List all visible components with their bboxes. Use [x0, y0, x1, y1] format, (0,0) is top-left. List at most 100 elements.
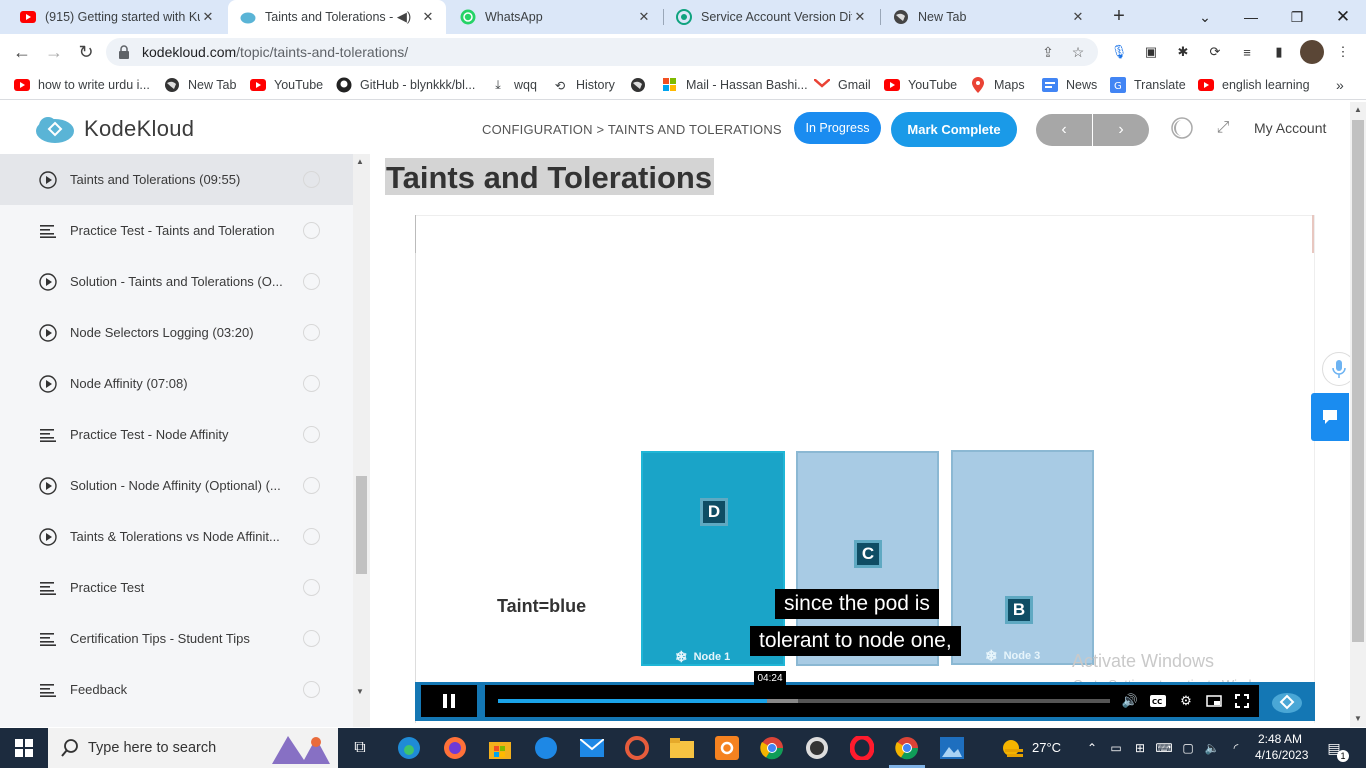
bookmarks-overflow-chevron-icon[interactable]: » [1336, 77, 1344, 93]
bookmark-item[interactable]: ⟲ History [552, 77, 615, 93]
meet-now-icon[interactable]: ⌨ [1155, 740, 1172, 756]
next-lesson-button[interactable]: › [1093, 114, 1149, 146]
close-icon[interactable]: ✕ [200, 9, 216, 25]
chat-support-button[interactable] [1311, 393, 1349, 441]
browser-tab-chatgpt[interactable]: Service Account Version Diffe ✕ [664, 0, 878, 34]
sidebar-lesson-item[interactable]: Taints and Tolerations (09:55) [0, 154, 353, 205]
speaker-volume-icon[interactable]: 🔈 [1204, 740, 1220, 756]
sidebar-lesson-item[interactable]: Solution - Taints and Tolerations (O... [0, 256, 353, 307]
firefox-icon[interactable] [441, 734, 469, 762]
sidebar-lesson-item[interactable]: Solution - Node Affinity (Optional) (... [0, 460, 353, 511]
scroll-up-icon[interactable]: ▲ [1354, 105, 1362, 114]
puzzle-extensions-icon[interactable]: ✱ [1174, 43, 1192, 61]
network-icon[interactable]: ⊞ [1132, 740, 1148, 756]
my-account-link[interactable]: My Account [1254, 120, 1326, 136]
sidebar-lesson-item[interactable]: Node Affinity (07:08) [0, 358, 353, 409]
seek-bar[interactable] [498, 699, 1110, 703]
close-icon[interactable]: ✕ [636, 9, 652, 25]
microsoft-store-icon[interactable] [486, 734, 514, 762]
bookmark-item[interactable]: ⤓ wqq [490, 77, 537, 93]
bookmark-item[interactable]: G Translate [1110, 77, 1186, 93]
completion-circle-icon[interactable] [303, 426, 320, 443]
side-panel-icon[interactable]: ▮ [1270, 43, 1288, 61]
wifi-icon[interactable]: ◜ [1228, 740, 1244, 756]
sidebar-lesson-item[interactable]: Practice Test - Taints and Toleration [0, 205, 353, 256]
bookmark-item[interactable]: Maps [970, 77, 1025, 93]
browser-tab-kodekloud[interactable]: Taints and Tolerations - K ◀) ✕ [228, 0, 446, 34]
battery-icon[interactable]: ▭ [1108, 740, 1124, 756]
bookmark-item[interactable]: Mail - Hassan Bashi... [662, 77, 808, 93]
sidebar-lesson-item[interactable]: Feedback [0, 664, 353, 715]
previous-lesson-button[interactable]: ‹ [1036, 114, 1092, 146]
opera-icon[interactable] [848, 734, 876, 762]
picture-in-picture-icon[interactable] [1205, 693, 1223, 709]
completion-circle-icon[interactable] [303, 681, 320, 698]
bookmark-item[interactable]: YouTube [884, 77, 957, 93]
volume-icon[interactable]: 🔊 [1121, 693, 1139, 709]
page-scroll-thumb[interactable] [1352, 120, 1364, 642]
bookmark-item[interactable] [630, 77, 654, 93]
closed-captions-icon[interactable]: CC [1149, 693, 1167, 709]
browser-tab-whatsapp[interactable]: WhatsApp ✕ [448, 0, 662, 34]
sidebar-lesson-item[interactable]: Certification Tips - Student Tips [0, 613, 353, 664]
sync-icon[interactable]: ⟳ [1206, 43, 1224, 61]
completion-circle-icon[interactable] [303, 477, 320, 494]
minimize-button[interactable]: — [1228, 0, 1274, 34]
in-progress-button[interactable]: In Progress [794, 112, 881, 144]
back-button[interactable]: ← [10, 41, 34, 63]
sidebar-lesson-item[interactable]: Practice Test - Node Affinity [0, 409, 353, 460]
bookmark-item[interactable]: Gmail [814, 77, 871, 93]
completion-circle-icon[interactable] [303, 273, 320, 290]
download-extension-icon[interactable]: ▣ [1142, 43, 1160, 61]
sidebar-scroll-thumb[interactable] [356, 476, 367, 574]
speaker-icon[interactable]: ◀) [396, 9, 412, 25]
close-icon[interactable]: ✕ [420, 9, 436, 25]
settings-app-icon[interactable] [713, 734, 741, 762]
obs-icon[interactable] [803, 734, 831, 762]
kodekloud-logo[interactable]: KodeKloud [34, 114, 194, 144]
profile-avatar[interactable] [1300, 40, 1324, 64]
restore-button[interactable]: ❐ [1274, 0, 1320, 34]
fullscreen-icon[interactable] [1233, 693, 1251, 709]
fullscreen-expand-icon[interactable]: ⤢ [1211, 116, 1235, 140]
dark-mode-toggle-icon[interactable] [1170, 116, 1194, 140]
browser-tab-newtab[interactable]: New Tab ✕ [881, 0, 1096, 34]
bookmark-item[interactable]: YouTube [250, 77, 323, 93]
tab-search-chevron-icon[interactable]: ⌄ [1182, 0, 1228, 34]
clock-date[interactable]: 4/16/2023 [1255, 748, 1308, 762]
task-view-icon[interactable]: ⧉ [346, 734, 374, 762]
close-window-button[interactable]: ✕ [1320, 0, 1366, 34]
address-bar[interactable]: kodekloud.com/topic/taints-and-toleratio… [106, 38, 1098, 66]
clock-time[interactable]: 2:48 AM [1258, 732, 1302, 746]
file-explorer-icon[interactable] [668, 734, 696, 762]
lock-icon[interactable] [118, 45, 130, 64]
scroll-down-icon[interactable]: ▼ [356, 687, 364, 696]
completion-circle-icon[interactable] [303, 324, 320, 341]
completion-circle-icon[interactable] [303, 171, 320, 188]
page-scrollbar[interactable]: ▲ ▼ [1350, 102, 1366, 727]
sidebar-lesson-item[interactable]: Practice Test [0, 562, 353, 613]
weather-sun-icon[interactable] [998, 734, 1026, 762]
completion-circle-icon[interactable] [303, 579, 320, 596]
start-button[interactable] [0, 728, 48, 768]
pause-button[interactable] [421, 685, 477, 717]
close-icon[interactable]: ✕ [1070, 9, 1086, 25]
photos-icon[interactable] [938, 734, 966, 762]
bookmark-item[interactable]: News [1042, 77, 1097, 93]
settings-gear-icon[interactable]: ⚙ [1177, 693, 1195, 709]
scroll-up-icon[interactable]: ▲ [356, 157, 364, 166]
bookmark-item[interactable]: New Tab [164, 77, 236, 93]
weather-temperature[interactable]: 27°C [1032, 740, 1061, 755]
sidebar-lesson-item[interactable]: Node Selectors Logging (03:20) [0, 307, 353, 358]
share-icon[interactable]: ⇪ [1040, 44, 1056, 60]
show-hidden-icons-chevron-icon[interactable]: ⌃ [1084, 740, 1100, 756]
breadcrumb[interactable]: CONFIGURATION > TAINTS AND TOLERATIONS [482, 122, 782, 137]
swirl-app-icon[interactable] [623, 734, 651, 762]
mark-complete-button[interactable]: Mark Complete [891, 112, 1017, 147]
microphone-extension-icon[interactable]: 🎙 [1110, 43, 1128, 61]
scroll-down-icon[interactable]: ▼ [1354, 714, 1362, 723]
skype-icon[interactable] [532, 734, 560, 762]
new-tab-button[interactable]: + [1108, 6, 1130, 28]
close-icon[interactable]: ✕ [852, 9, 868, 25]
bookmark-star-icon[interactable]: ☆ [1070, 44, 1086, 60]
